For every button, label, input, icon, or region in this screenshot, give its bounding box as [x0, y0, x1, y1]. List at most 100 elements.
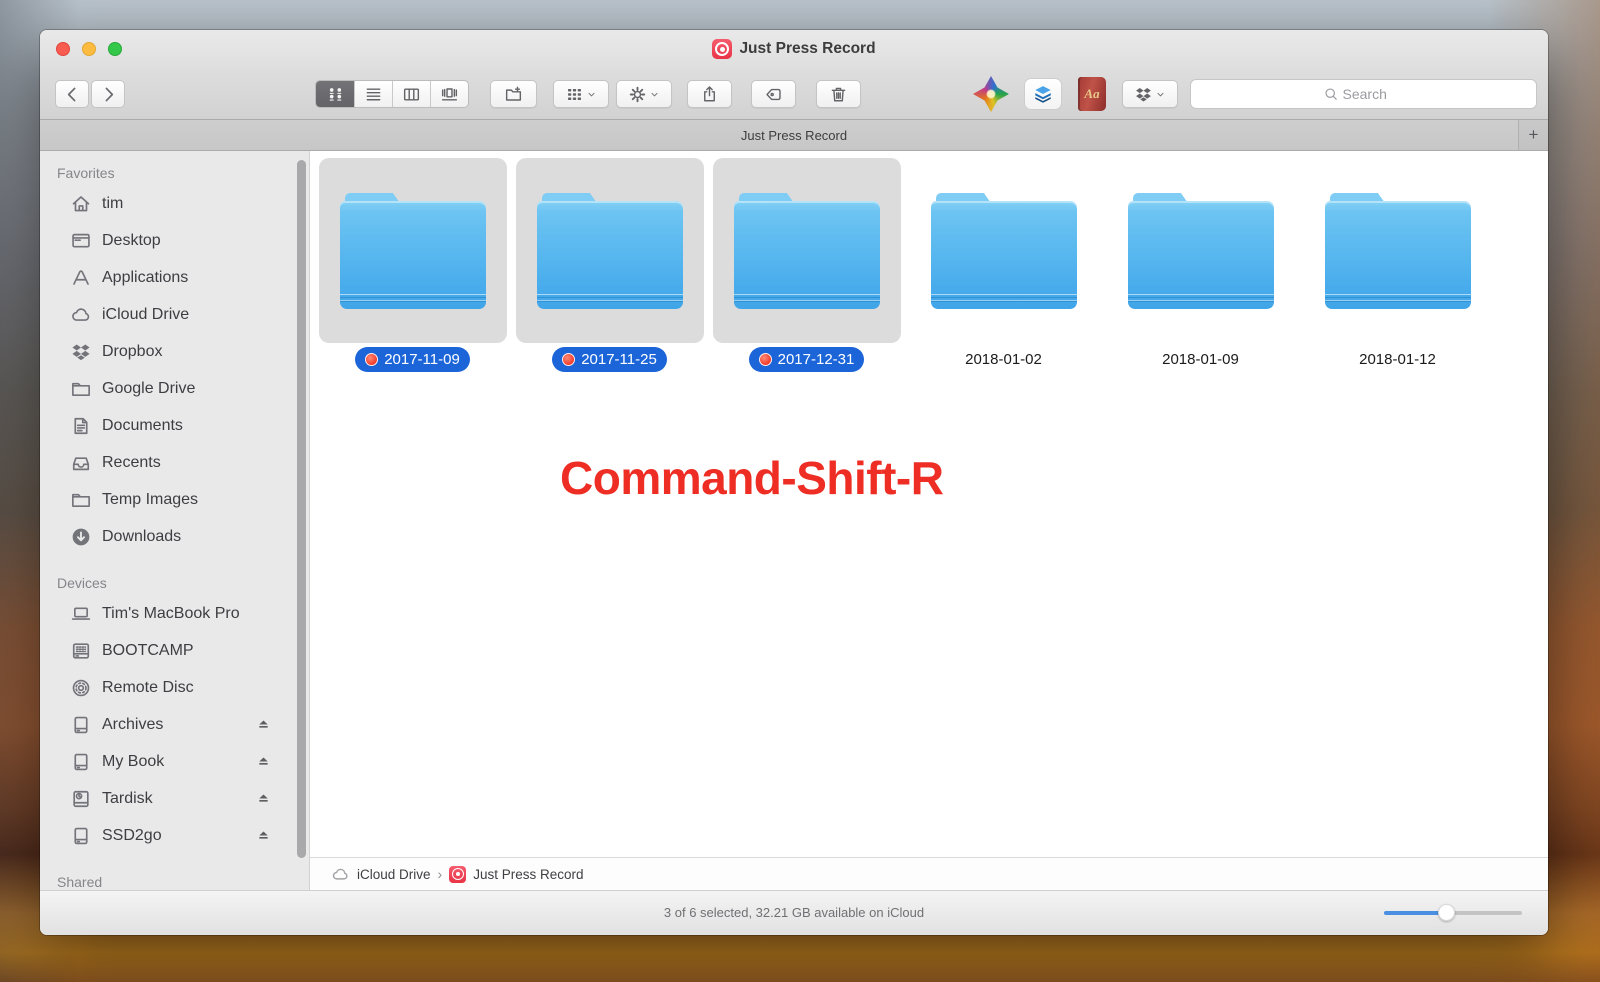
- desktop-icon: [70, 230, 92, 252]
- tag-button[interactable]: [751, 80, 796, 108]
- folder-icon: [516, 158, 704, 343]
- eject-button[interactable]: [256, 828, 271, 843]
- sidebar-item-downloads[interactable]: Downloads: [40, 518, 309, 555]
- folder-2017-11-09[interactable]: 2017-11-09: [314, 158, 511, 372]
- path-bar: iCloud Drive › Just Press Record: [310, 857, 1548, 890]
- eject-button[interactable]: [256, 791, 271, 806]
- sidebar-item-temp-images[interactable]: Temp Images: [40, 481, 309, 518]
- sidebar-item-bootcamp[interactable]: BOOTCAMP: [40, 632, 309, 669]
- share-button[interactable]: [687, 80, 732, 108]
- sidebar-item-google-drive[interactable]: Google Drive: [40, 370, 309, 407]
- sidebar-item-applications[interactable]: Applications: [40, 259, 309, 296]
- coverflow-view-button[interactable]: [430, 81, 468, 107]
- pinwheel-app-icon: [973, 76, 1009, 112]
- sidebar-item-my-book[interactable]: My Book: [40, 743, 309, 780]
- list-view-button[interactable]: [354, 81, 392, 107]
- icon-view-button[interactable]: [316, 81, 354, 107]
- sidebar-item-desktop[interactable]: Desktop: [40, 222, 309, 259]
- toolbar: Aa: [40, 68, 1548, 120]
- folder-name: 2018-01-12: [1349, 347, 1446, 372]
- sidebar-item-documents[interactable]: Documents: [40, 407, 309, 444]
- search-field[interactable]: [1190, 79, 1537, 109]
- back-button[interactable]: [55, 80, 89, 108]
- share-icon: [700, 85, 719, 104]
- sidebar-item-dropbox[interactable]: Dropbox: [40, 333, 309, 370]
- sidebar-item-label: Google Drive: [102, 380, 195, 398]
- sidebar-item-label: My Book: [102, 753, 164, 771]
- folder-name: 2017-11-09: [355, 347, 470, 372]
- folder-2018-01-02[interactable]: 2018-01-02: [905, 158, 1102, 372]
- new-tab-button[interactable]: +: [1518, 120, 1548, 150]
- delete-button[interactable]: [816, 80, 861, 108]
- folder-icon: [70, 378, 92, 400]
- list-view-icon: [364, 85, 383, 104]
- external-disk-icon: [70, 825, 92, 847]
- icon-size-slider[interactable]: [1384, 911, 1522, 915]
- sidebar-item-label: Recents: [102, 454, 161, 472]
- tab-just-press-record[interactable]: Just Press Record: [741, 128, 847, 143]
- path-item-icloud-drive[interactable]: iCloud Drive: [357, 867, 431, 882]
- dictionary-app-button[interactable]: Aa: [1078, 77, 1106, 111]
- sidebar-item-ssd2go[interactable]: SSD2go: [40, 817, 309, 854]
- documents-icon: [70, 415, 92, 437]
- search-input[interactable]: [1343, 86, 1405, 102]
- pinwheel-app-button[interactable]: [973, 76, 1009, 112]
- disc-icon: [70, 677, 92, 699]
- downloads-icon: [70, 526, 92, 548]
- layers-app-button[interactable]: [1024, 78, 1062, 110]
- chevron-down-icon: [1155, 89, 1166, 100]
- window-titlebar[interactable]: Just Press Record: [40, 30, 1548, 68]
- window-body: FavoritestimDesktopApplicationsiCloud Dr…: [40, 151, 1548, 890]
- sidebar-item-label: Tardisk: [102, 790, 153, 808]
- eject-button[interactable]: [256, 754, 271, 769]
- eject-button[interactable]: [256, 717, 271, 732]
- slider-thumb[interactable]: [1438, 904, 1455, 921]
- folder-name: 2017-11-25: [552, 347, 667, 372]
- sidebar-item-icloud-drive[interactable]: iCloud Drive: [40, 296, 309, 333]
- action-button[interactable]: [616, 80, 672, 108]
- sidebar-item-label: Tim's MacBook Pro: [102, 605, 240, 623]
- sidebar-item-tim[interactable]: tim: [40, 185, 309, 222]
- folder-icon: [70, 489, 92, 511]
- folder-grid: 2017-11-09 2017-11-25 2017-12-31 2018-01-02…: [314, 158, 1496, 372]
- chevron-down-icon: [649, 89, 660, 100]
- dropbox-toolbar-button[interactable]: [1122, 80, 1178, 108]
- recents-icon: [70, 452, 92, 474]
- sidebar-item-tim-s-macbook-pro[interactable]: Tim's MacBook Pro: [40, 595, 309, 632]
- gear-icon: [628, 85, 647, 104]
- sidebar-item-archives[interactable]: Archives: [40, 706, 309, 743]
- back-icon: [63, 85, 82, 104]
- content-area: 2017-11-09 2017-11-25 2017-12-31 2018-01-02…: [310, 151, 1548, 890]
- sidebar-item-label: Temp Images: [102, 491, 198, 509]
- red-tag-dot: [562, 353, 575, 366]
- column-view-icon: [402, 85, 421, 104]
- folder-2018-01-09[interactable]: 2018-01-09: [1102, 158, 1299, 372]
- group-button[interactable]: [553, 80, 609, 108]
- sidebar-item-label: Desktop: [102, 232, 161, 250]
- folder-icon: [319, 158, 507, 343]
- forward-button[interactable]: [91, 80, 125, 108]
- icon-view-icon: [326, 85, 345, 104]
- folder-2018-01-12[interactable]: 2018-01-12: [1299, 158, 1496, 372]
- tag-icon: [764, 85, 783, 104]
- cloud-icon: [331, 865, 350, 884]
- new-folder-button[interactable]: [490, 80, 537, 108]
- folder-2017-12-31[interactable]: 2017-12-31: [708, 158, 905, 372]
- folder-2017-11-25[interactable]: 2017-11-25: [511, 158, 708, 372]
- sidebar-item-recents[interactable]: Recents: [40, 444, 309, 481]
- record-icon: [449, 866, 466, 883]
- folder-name: 2017-12-31: [749, 347, 865, 372]
- record-icon: [712, 39, 732, 59]
- sidebar-scrollbar[interactable]: [297, 160, 306, 858]
- sidebar: FavoritestimDesktopApplicationsiCloud Dr…: [40, 151, 310, 890]
- sidebar-item-remote-disc[interactable]: Remote Disc: [40, 669, 309, 706]
- red-tag-dot: [365, 353, 378, 366]
- path-separator: ›: [438, 866, 443, 882]
- home-icon: [70, 193, 92, 215]
- sidebar-item-label: BOOTCAMP: [102, 642, 194, 660]
- sidebar-item-label: Documents: [102, 417, 183, 435]
- sidebar-item-tardisk[interactable]: Tardisk: [40, 780, 309, 817]
- path-item-just-press-record[interactable]: Just Press Record: [473, 867, 583, 882]
- column-view-button[interactable]: [392, 81, 430, 107]
- folder-name: 2018-01-02: [955, 347, 1052, 372]
